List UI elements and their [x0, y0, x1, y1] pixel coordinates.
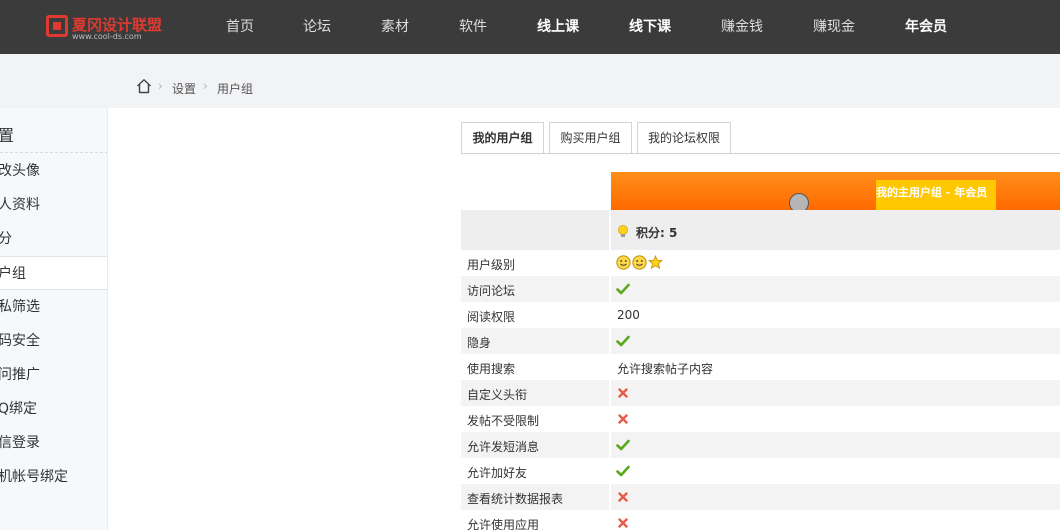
- row-label: 查看统计数据报表: [467, 492, 564, 506]
- sidebar-item-points[interactable]: 分: [0, 222, 107, 256]
- check-icon: [616, 439, 630, 451]
- table-row: 发帖不受限制: [461, 406, 1060, 432]
- nav-item-home[interactable]: 首页: [226, 16, 254, 36]
- table-row: 查看统计数据报表: [461, 484, 1060, 510]
- score-row: [611, 210, 1060, 250]
- cross-icon: [618, 414, 628, 424]
- cell-divider: [609, 328, 611, 354]
- cross-icon: [618, 388, 628, 398]
- score-row-label-cell: [461, 210, 609, 250]
- row-label: 阅读权限: [467, 310, 516, 324]
- sidebar-item-qq-binding[interactable]: Q绑定: [0, 392, 107, 426]
- table-row: 访问论坛: [461, 276, 1060, 302]
- sidebar-divider: [0, 152, 107, 153]
- table-row: 允许加好友: [461, 458, 1060, 484]
- tab-buy-user-group[interactable]: 购买用户组: [549, 122, 632, 154]
- row-value: 允许搜索帖子内容: [617, 362, 714, 376]
- row-label: 允许发短消息: [467, 440, 540, 454]
- nav-item-earn-coins[interactable]: 赚金钱: [721, 16, 763, 36]
- cell-divider: [609, 302, 611, 328]
- row-value: 200: [617, 308, 640, 322]
- cross-icon: [618, 518, 628, 528]
- check-icon: [616, 283, 630, 295]
- breadcrumb: › 设置 › 用户组: [0, 54, 1060, 108]
- logo-url: www.cool-ds.com: [72, 32, 142, 41]
- site-logo[interactable]: 夏冈设计联盟 www.cool-ds.com: [46, 13, 172, 41]
- sidebar-item-profile[interactable]: 人资料: [0, 188, 107, 222]
- nav-item-annual-member[interactable]: 年会员: [905, 16, 947, 36]
- score-value: 积分: 5: [636, 226, 678, 240]
- tabs-underline: [461, 153, 1060, 154]
- cell-divider: [609, 250, 611, 276]
- check-icon: [616, 465, 630, 477]
- sidebar-item-privacy[interactable]: 私筛选: [0, 290, 107, 324]
- star-icon: [648, 255, 663, 270]
- check-icon: [616, 335, 630, 347]
- breadcrumb-separator-icon: ›: [203, 79, 208, 93]
- cell-divider: [609, 354, 611, 380]
- table-row: 允许发短消息: [461, 432, 1060, 458]
- breadcrumb-user-group: 用户组: [217, 82, 254, 96]
- nav-item-earn-cash[interactable]: 赚现金: [813, 16, 855, 36]
- sidebar-item-avatar[interactable]: 改头像: [0, 154, 107, 188]
- logo-mark-icon: [46, 15, 68, 37]
- tab-my-user-group[interactable]: 我的用户组: [461, 122, 544, 154]
- table-row: 允许使用应用: [461, 510, 1060, 530]
- sidebar-item-security[interactable]: 码安全: [0, 324, 107, 358]
- tab-forum-permissions[interactable]: 我的论坛权限: [637, 122, 731, 154]
- row-label: 访问论坛: [467, 284, 516, 298]
- row-label: 允许加好友: [467, 466, 528, 480]
- cell-divider: [609, 484, 611, 510]
- row-label: 用户级别: [467, 258, 516, 272]
- breadcrumb-separator-icon: ›: [158, 79, 163, 93]
- group-header: 我的主用户组 - 年会员: [611, 172, 1060, 210]
- cell-divider: [609, 380, 611, 406]
- row-label: 发帖不受限制: [467, 414, 540, 428]
- nav-item-software[interactable]: 软件: [459, 16, 487, 36]
- nav-item-materials[interactable]: 素材: [381, 16, 409, 36]
- sidebar-item-user-group[interactable]: 户组: [0, 256, 107, 290]
- table-row: 自定义头衔: [461, 380, 1060, 406]
- row-label: 自定义头衔: [467, 388, 528, 402]
- sidebar-item-wechat-login[interactable]: 信登录: [0, 426, 107, 460]
- nav-item-offline-course[interactable]: 线下课: [629, 16, 671, 36]
- table-row: 阅读权限 200: [461, 302, 1060, 328]
- nav-item-forum[interactable]: 论坛: [303, 16, 331, 36]
- row-label: 隐身: [467, 336, 492, 350]
- table-row: 用户级别: [461, 250, 1060, 276]
- cell-divider: [609, 458, 611, 484]
- group-header-label: 我的主用户组 - 年会员: [876, 186, 988, 199]
- smiley-icon: [632, 255, 647, 270]
- table-row: 使用搜索 允许搜索帖子内容: [461, 354, 1060, 380]
- cell-divider: [609, 276, 611, 302]
- sidebar-item-promotion[interactable]: 问推广: [0, 358, 107, 392]
- cell-divider: [609, 406, 611, 432]
- sidebar-title: 置: [0, 122, 14, 146]
- cell-divider: [609, 432, 611, 458]
- smiley-icon: [616, 255, 631, 270]
- nav-item-online-course[interactable]: 线上课: [537, 16, 579, 36]
- settings-sidebar: 置 改头像 人资料 分 户组 私筛选 码安全 问推广 Q绑定 信登录 机帐号绑定: [0, 108, 108, 530]
- breadcrumb-settings[interactable]: 设置: [172, 80, 196, 97]
- top-nav-bar: 夏冈设计联盟 www.cool-ds.com 首页 论坛 素材 软件 线上课 线…: [0, 0, 1060, 54]
- cell-divider: [609, 510, 611, 530]
- row-label: 允许使用应用: [467, 518, 540, 530]
- table-row: 隐身: [461, 328, 1060, 354]
- lightbulb-icon: [618, 225, 628, 237]
- row-label: 使用搜索: [467, 362, 516, 376]
- sidebar-item-phone-binding[interactable]: 机帐号绑定: [0, 460, 107, 494]
- home-icon[interactable]: [136, 78, 152, 94]
- cross-icon: [618, 492, 628, 502]
